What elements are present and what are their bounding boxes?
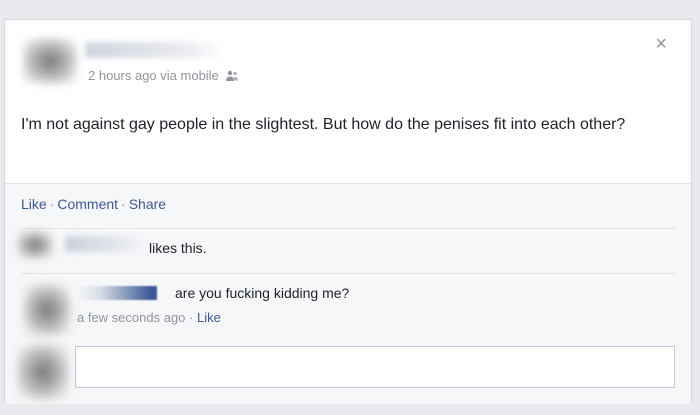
author-name-redacted[interactable] — [85, 42, 225, 58]
action-separator: · — [121, 196, 126, 212]
author-avatar[interactable] — [23, 38, 77, 84]
action-separator: · — [49, 196, 55, 212]
commenter-name-redacted[interactable] — [77, 286, 157, 300]
liker-name-redacted[interactable] — [65, 236, 145, 252]
likes-sentence: likes this. — [149, 240, 207, 256]
comment-like-link[interactable]: Like — [197, 310, 221, 325]
liker-avatar[interactable] — [17, 231, 53, 259]
friends-privacy-icon[interactable] — [225, 70, 239, 82]
close-icon[interactable]: × — [655, 34, 667, 54]
post-meta: 2 hours ago via mobile — [88, 68, 239, 83]
comment-input[interactable] — [75, 346, 675, 388]
comment-link[interactable]: Comment — [57, 196, 118, 212]
comment-text: are you fucking kidding me? — [175, 285, 350, 301]
like-link[interactable]: Like — [21, 196, 47, 212]
post-timestamp[interactable]: 2 hours ago via mobile — [88, 68, 219, 83]
viewer-avatar — [17, 344, 69, 400]
divider — [21, 273, 675, 274]
feedback-section: Like · Comment · Share likes this. are you f… — [5, 183, 691, 404]
post-card: 2 hours ago via mobile × I'm not against… — [4, 19, 692, 404]
comment-meta: a few seconds ago · Like — [77, 310, 221, 325]
divider — [21, 228, 675, 229]
comment-meta-separator: · — [189, 310, 194, 325]
share-link[interactable]: Share — [129, 196, 166, 212]
commenter-avatar[interactable] — [23, 284, 71, 336]
status-text: I'm not against gay people in the slight… — [21, 116, 626, 133]
comment-timestamp[interactable]: a few seconds ago — [77, 310, 185, 325]
post-actions: Like · Comment · Share — [21, 196, 166, 212]
